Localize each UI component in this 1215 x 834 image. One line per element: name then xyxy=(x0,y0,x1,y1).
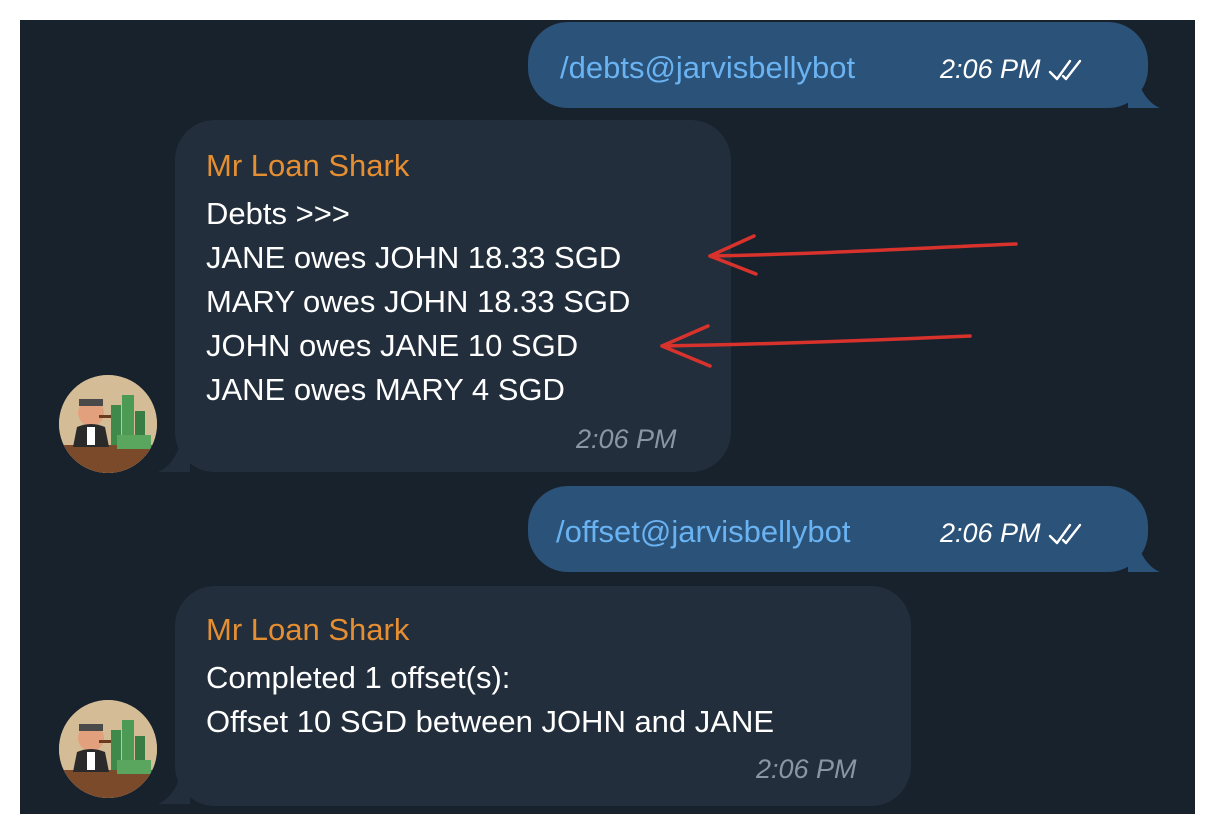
loan-shark-avatar-icon xyxy=(59,700,157,798)
bubble-tail xyxy=(158,776,190,804)
message-time: 2:06 PM xyxy=(756,754,857,784)
message-time: 2:06 PM xyxy=(940,518,1041,548)
message-line: JOHN owes JANE 10 SGD xyxy=(206,328,579,363)
message-time: 2:06 PM xyxy=(576,424,677,454)
message-line: JANE owes JOHN 18.33 SGD xyxy=(206,240,622,275)
message-time: 2:06 PM xyxy=(940,54,1041,84)
bubble-tail xyxy=(158,444,190,472)
message-line: JANE owes MARY 4 SGD xyxy=(206,372,565,407)
bubble-tail xyxy=(1128,544,1160,572)
double-check-icon xyxy=(1048,59,1081,80)
chat-area: /debts@jarvisbellybot 2:06 PM Mr Loan Sh… xyxy=(20,20,1195,814)
message-line: Completed 1 offset(s): xyxy=(206,660,511,695)
sender-name[interactable]: Mr Loan Shark xyxy=(206,612,409,648)
message-line: Offset 10 SGD between JOHN and JANE xyxy=(206,704,775,739)
sender-name[interactable]: Mr Loan Shark xyxy=(206,148,409,184)
avatar[interactable] xyxy=(59,700,157,798)
message-meta: 2:06 PM xyxy=(940,54,1083,85)
red-arrow-icon xyxy=(708,234,1018,276)
message-line: MARY owes JOHN 18.33 SGD xyxy=(206,284,631,319)
avatar[interactable] xyxy=(59,375,157,473)
bubble-tail xyxy=(1128,80,1160,108)
message-line: Debts >>> xyxy=(206,196,350,231)
loan-shark-avatar-icon xyxy=(59,375,157,473)
double-check-icon xyxy=(1048,523,1081,544)
bot-command-link[interactable]: /offset@jarvisbellybot xyxy=(556,514,851,550)
message-meta: 2:06 PM xyxy=(940,518,1083,549)
bot-command-link[interactable]: /debts@jarvisbellybot xyxy=(560,50,855,86)
